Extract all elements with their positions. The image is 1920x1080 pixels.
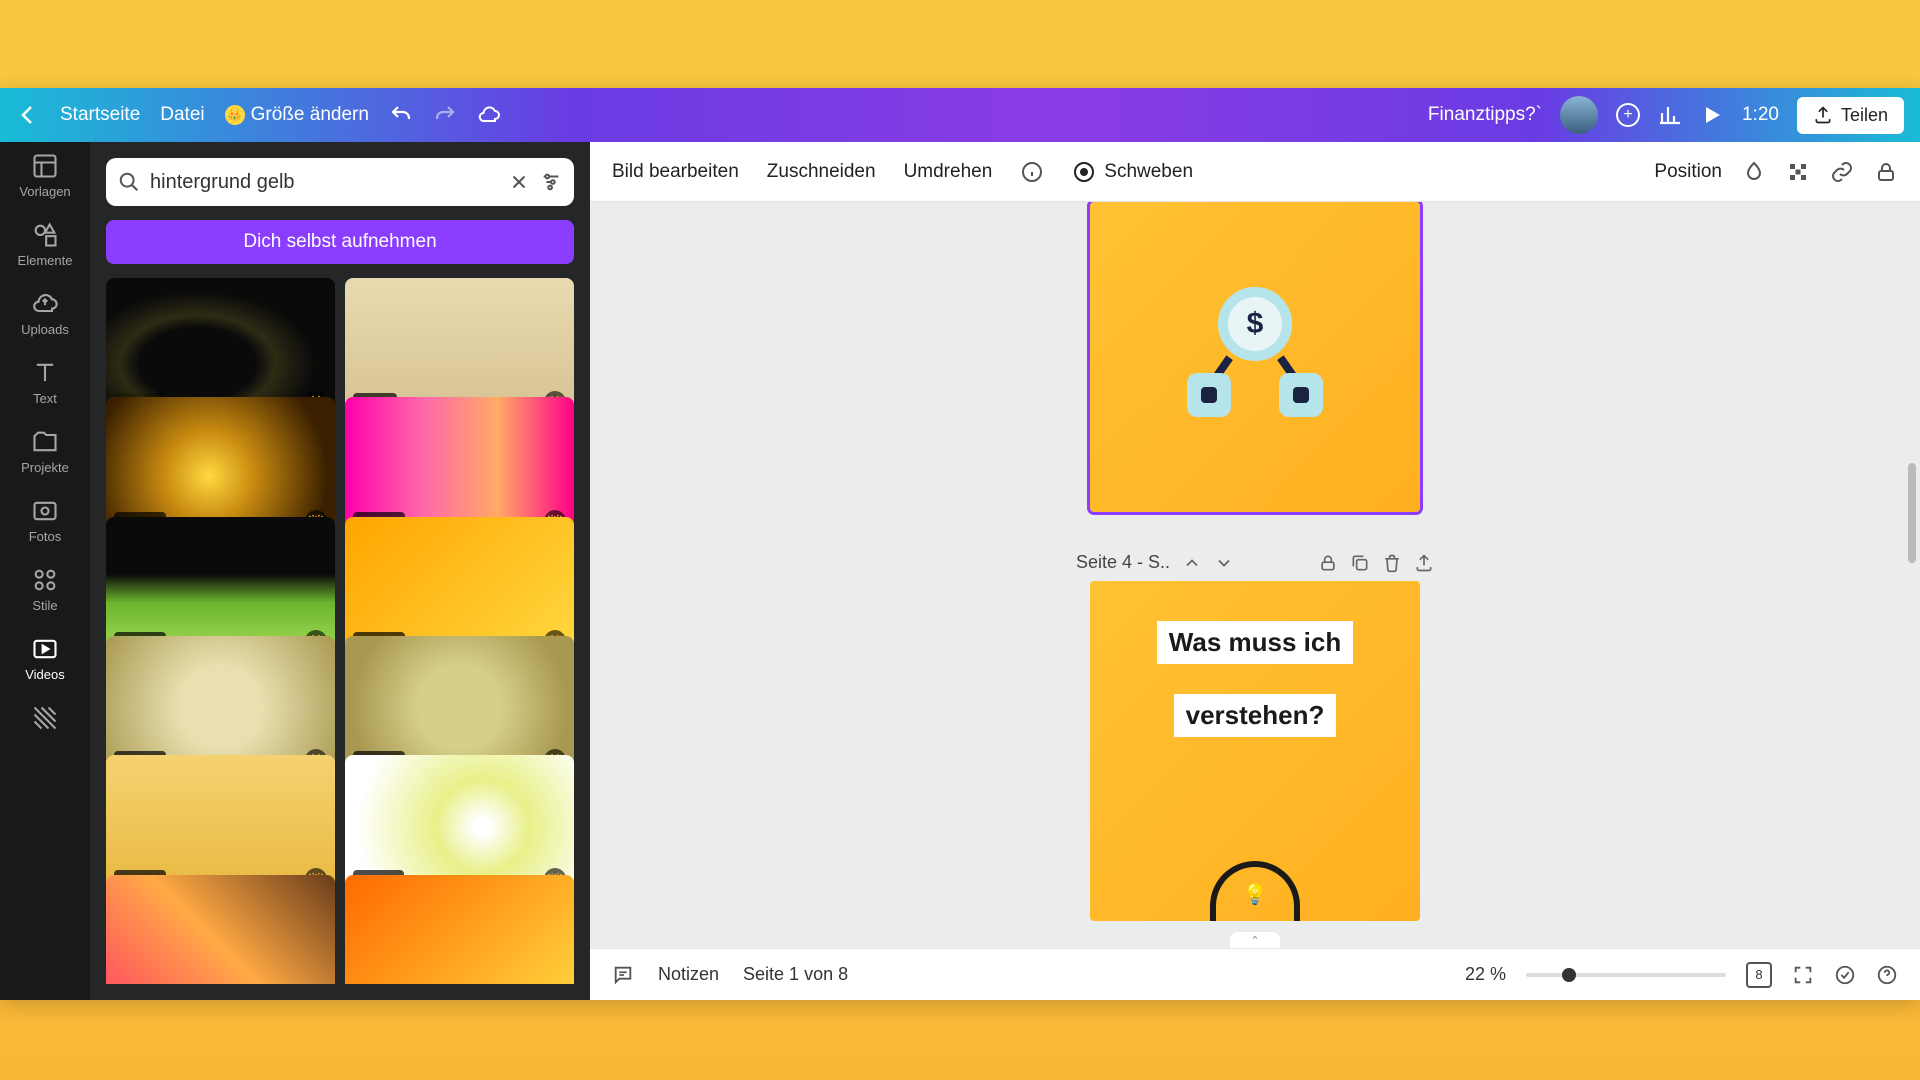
rail-elements[interactable]: Elemente — [18, 221, 73, 268]
share-button[interactable]: Teilen — [1797, 97, 1904, 134]
page-4-card[interactable]: Was muss ich verstehen? 💡 — [1090, 581, 1420, 921]
rail-videos-label: Videos — [25, 667, 65, 682]
lock-icon[interactable] — [1318, 553, 1338, 573]
rail-projects[interactable]: Projekte — [21, 428, 69, 475]
sub-node-icon — [1279, 373, 1323, 417]
link-icon[interactable] — [1830, 160, 1854, 184]
animate-button[interactable]: Schweben — [1072, 160, 1193, 184]
info-icon[interactable] — [1020, 160, 1044, 184]
search-wrap — [106, 158, 574, 206]
money-hierarchy-icon: $ — [1175, 277, 1335, 437]
results-grid: 10.0 s👑 8.0 s👑 15.0 s👑 30.0 s👑 10.0 s👑 1… — [106, 278, 574, 984]
rail-background[interactable] — [31, 704, 59, 732]
video-thumb[interactable] — [106, 875, 335, 984]
chevron-up-icon[interactable] — [1182, 553, 1202, 573]
rail-photos-label: Fotos — [29, 529, 62, 544]
rail-projects-label: Projekte — [21, 460, 69, 475]
filter-icon[interactable] — [540, 171, 562, 193]
rail-uploads[interactable]: Uploads — [21, 290, 69, 337]
back-icon[interactable] — [16, 103, 40, 127]
pages-badge[interactable]: 8 — [1746, 962, 1772, 988]
help-icon[interactable] — [1876, 964, 1898, 986]
rail-uploads-label: Uploads — [21, 322, 69, 337]
fullscreen-icon[interactable] — [1792, 964, 1814, 986]
page-4-group: Seite 4 - S.. Was muss ich verstehen? 💡 — [1070, 552, 1440, 921]
notes-icon[interactable] — [612, 964, 634, 986]
side-panel: Dich selbst aufnehmen 10.0 s👑 8.0 s👑 15.… — [90, 142, 590, 1000]
scrollbar-thumb[interactable] — [1908, 463, 1916, 563]
page-3-card[interactable]: $ — [1090, 202, 1420, 512]
slide-text-line-1[interactable]: Was muss ich — [1157, 621, 1353, 664]
share-page-icon[interactable] — [1414, 553, 1434, 573]
video-thumb[interactable] — [345, 875, 574, 984]
search-icon — [118, 171, 140, 193]
undo-icon[interactable] — [389, 103, 413, 127]
icon-rail: Vorlagen Elemente Uploads Text Projekte … — [0, 142, 90, 1000]
zoom-slider-thumb[interactable] — [1562, 968, 1576, 982]
flip-button[interactable]: Umdrehen — [904, 161, 993, 183]
clear-icon[interactable] — [508, 171, 530, 193]
top-menu-bar: Startseite Datei 👑 Größe ändern Finanzti… — [0, 88, 1920, 142]
crop-button[interactable]: Zuschneiden — [767, 161, 876, 183]
edit-image-button[interactable]: Bild bearbeiten — [612, 161, 739, 183]
project-name[interactable]: Finanztipps?` — [1428, 104, 1542, 126]
check-circle-icon[interactable] — [1834, 964, 1856, 986]
footer-bar: Notizen Seite 1 von 8 22 % 8 — [590, 948, 1920, 1000]
rail-videos[interactable]: Videos — [25, 635, 65, 682]
resize-label: Größe ändern — [251, 104, 369, 126]
file-button[interactable]: Datei — [160, 104, 204, 126]
play-icon[interactable] — [1700, 103, 1724, 127]
rail-styles-label: Stile — [32, 598, 57, 613]
lightbulb-icon: 💡 — [1210, 861, 1300, 921]
zoom-slider[interactable] — [1526, 973, 1726, 977]
rail-text[interactable]: Text — [31, 359, 59, 406]
position-button[interactable]: Position — [1654, 161, 1722, 183]
topbar-left-group: Startseite Datei 👑 Größe ändern — [16, 103, 501, 127]
avatar[interactable] — [1560, 96, 1598, 134]
search-input[interactable] — [150, 171, 498, 194]
checker-icon[interactable] — [1786, 160, 1810, 184]
home-button[interactable]: Startseite — [60, 104, 140, 126]
ctx-right-group: Position — [1654, 160, 1898, 184]
analytics-icon[interactable] — [1658, 103, 1682, 127]
crown-icon: 👑 — [225, 105, 245, 125]
trash-icon[interactable] — [1382, 553, 1402, 573]
topbar-right-group: Finanztipps?` + 1:20 Teilen — [1428, 96, 1904, 134]
body-row: Vorlagen Elemente Uploads Text Projekte … — [0, 142, 1920, 1000]
transparency-icon[interactable] — [1742, 160, 1766, 184]
record-self-button[interactable]: Dich selbst aufnehmen — [106, 220, 574, 264]
page-4-header: Seite 4 - S.. — [1070, 552, 1440, 573]
redo-icon[interactable] — [433, 103, 457, 127]
rail-text-label: Text — [33, 391, 57, 406]
rail-styles[interactable]: Stile — [31, 566, 59, 613]
footer-right-group: 22 % 8 — [1465, 962, 1898, 988]
editor-window: Startseite Datei 👑 Größe ändern Finanzti… — [0, 88, 1920, 1000]
lock-icon[interactable] — [1874, 160, 1898, 184]
rail-templates-label: Vorlagen — [19, 184, 70, 199]
sub-node-icon — [1187, 373, 1231, 417]
page-4-title[interactable]: Seite 4 - S.. — [1076, 552, 1170, 573]
rail-photos[interactable]: Fotos — [29, 497, 62, 544]
add-page-tab[interactable]: ⌃ — [1230, 932, 1280, 948]
page-counter: Seite 1 von 8 — [743, 964, 848, 985]
resize-button[interactable]: 👑 Größe ändern — [225, 104, 369, 126]
animate-label: Schweben — [1104, 161, 1193, 183]
canvas-scroll[interactable]: $ Seite 4 - S.. — [590, 202, 1920, 948]
coin-icon: $ — [1218, 287, 1292, 361]
chevron-down-icon[interactable] — [1214, 553, 1234, 573]
rail-templates[interactable]: Vorlagen — [19, 152, 70, 199]
add-collaborator-icon[interactable]: + — [1616, 103, 1640, 127]
cloud-sync-icon[interactable] — [477, 103, 501, 127]
duration-label: 1:20 — [1742, 104, 1779, 126]
context-toolbar: Bild bearbeiten Zuschneiden Umdrehen Sch… — [590, 142, 1920, 202]
share-label: Teilen — [1841, 105, 1888, 126]
notes-label[interactable]: Notizen — [658, 964, 719, 985]
duplicate-icon[interactable] — [1350, 553, 1370, 573]
canvas-area: Bild bearbeiten Zuschneiden Umdrehen Sch… — [590, 142, 1920, 1000]
slide-text-line-2[interactable]: verstehen? — [1174, 694, 1337, 737]
zoom-percent[interactable]: 22 % — [1465, 964, 1506, 985]
rail-elements-label: Elemente — [18, 253, 73, 268]
